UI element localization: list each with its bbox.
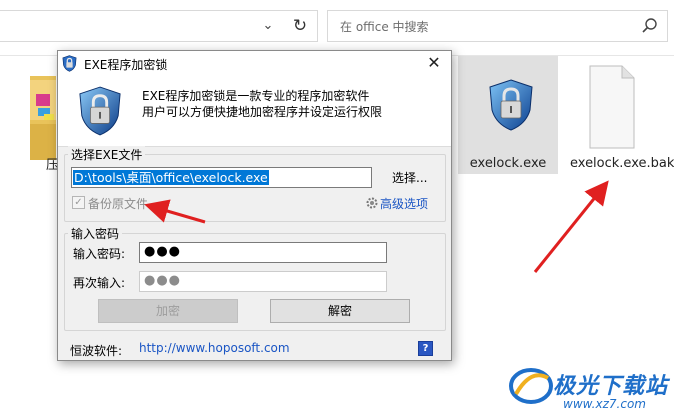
gear-icon[interactable] (365, 196, 379, 210)
blank-file-icon[interactable] (588, 64, 636, 150)
lock-shield-icon (79, 86, 121, 136)
folder-icon[interactable] (0, 70, 56, 166)
lock-shield-icon (489, 79, 533, 131)
exe-path-input[interactable]: D:\tools\桌面\office\exelock.exe (71, 167, 372, 188)
help-icon[interactable]: ? (418, 341, 433, 356)
dialog-header: EXE程序加密锁是一款专业的程序加密软件 用户可以方便快捷地加密程序并设定运行权… (58, 76, 451, 147)
password-value: ●●● (144, 244, 182, 259)
backup-label: 备份原文件 (88, 197, 149, 211)
confirm-password-label: 再次输入: (73, 276, 126, 290)
close-icon: ✕ (427, 53, 441, 72)
browse-button[interactable]: 选择... (392, 169, 427, 186)
search-input[interactable]: 在 office 中搜索 (327, 10, 668, 42)
search-icon[interactable] (639, 15, 661, 37)
backup-checkbox[interactable]: ✓ (72, 196, 85, 209)
watermark-url: www.xz7.com (563, 397, 646, 411)
chevron-down-icon[interactable]: ⌄ (258, 14, 278, 38)
search-placeholder: 在 office 中搜索 (340, 20, 429, 34)
exe-lock-dialog: EXE程序加密锁 ✕ EXE程序加密锁是一款专业的程序加密软件 用户可以方便快捷… (57, 50, 452, 361)
advanced-options-link[interactable]: 高级选项 (380, 195, 428, 212)
refresh-button[interactable]: ↻ (284, 10, 316, 42)
watermark-logo-icon (509, 368, 553, 404)
exe-path-value: D:\tools\桌面\office\exelock.exe (73, 170, 269, 185)
close-button[interactable]: ✕ (417, 51, 451, 76)
dialog-titlebar[interactable]: EXE程序加密锁 ✕ (58, 51, 451, 76)
file-name-bak: exelock.exe.bak (570, 156, 674, 171)
lock-shield-icon (62, 55, 77, 72)
password-input[interactable]: ●●● (139, 242, 387, 263)
confirm-password-input[interactable]: ●●● (139, 271, 387, 292)
confirm-password-value: ●●● (144, 273, 182, 288)
header-description-2: 用户可以方便快捷地加密程序并设定运行权限 (142, 105, 383, 119)
watermark-name: 极光下载站 (553, 374, 669, 399)
select-exe-group-title: 选择EXE文件 (68, 146, 146, 163)
encrypt-button[interactable]: 加密 (98, 299, 238, 323)
decrypt-button[interactable]: 解密 (270, 299, 410, 323)
header-description-1: EXE程序加密锁是一款专业的程序加密软件 (142, 89, 370, 103)
footer-label: 恒波软件: (70, 344, 123, 358)
password-group-title: 输入密码 (68, 225, 123, 242)
dialog-title: EXE程序加密锁 (84, 58, 168, 72)
arrow-to-bak-file (533, 180, 609, 273)
file-name-exe: exelock.exe (469, 156, 547, 171)
password-label: 输入密码: (73, 247, 126, 261)
homepage-link[interactable]: http://www.hoposoft.com (139, 341, 290, 355)
